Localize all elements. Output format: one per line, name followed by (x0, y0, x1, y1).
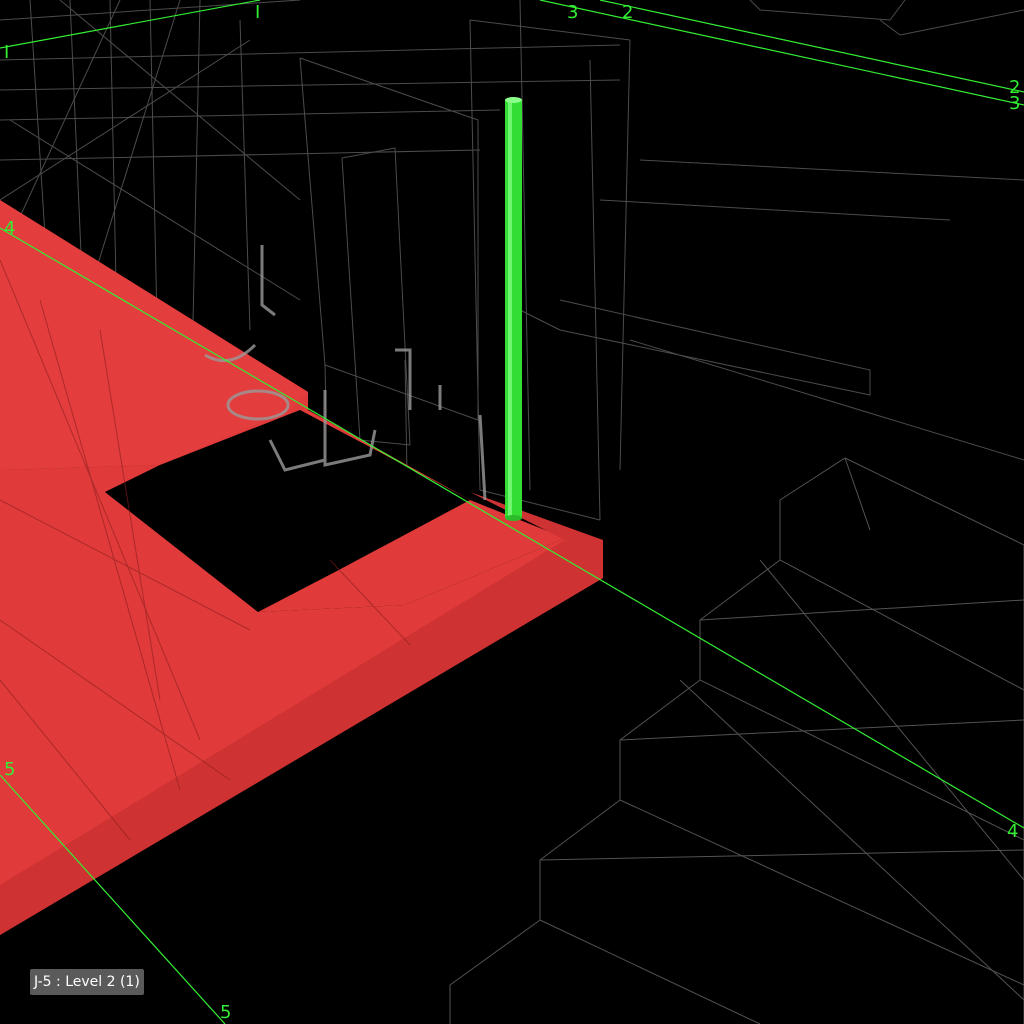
grid-label-d-right: 4 (1007, 821, 1018, 842)
grid-label-c-top: 3 (567, 2, 578, 23)
grid-label-b-top: 2 (622, 2, 633, 23)
grid-label-a-left: I (4, 42, 9, 63)
3d-viewport[interactable]: I I 3 2 2 3 4 4 5 5 J-5 : Level 2 (1) (0, 0, 1024, 1024)
grid-label-e-bottom: 5 (220, 1002, 231, 1023)
grid-line-c (539, 0, 1024, 106)
model-scene[interactable]: I I 3 2 2 3 4 4 5 5 (0, 0, 1024, 1024)
grid-label-a-top: I (255, 2, 260, 23)
column-bottom-cap (505, 515, 522, 521)
column-top-cap (505, 97, 522, 103)
column-highlight (508, 100, 512, 518)
grid-label-e-left: 5 (4, 759, 15, 780)
selection-tooltip: J-5 : Level 2 (1) (30, 969, 144, 995)
column-shaft[interactable] (505, 100, 522, 518)
grid-label-c-right: 3 (1009, 93, 1020, 114)
selected-column[interactable] (505, 97, 522, 521)
grid-line-a (0, 0, 261, 49)
grid-label-d-left: 4 (4, 218, 15, 239)
